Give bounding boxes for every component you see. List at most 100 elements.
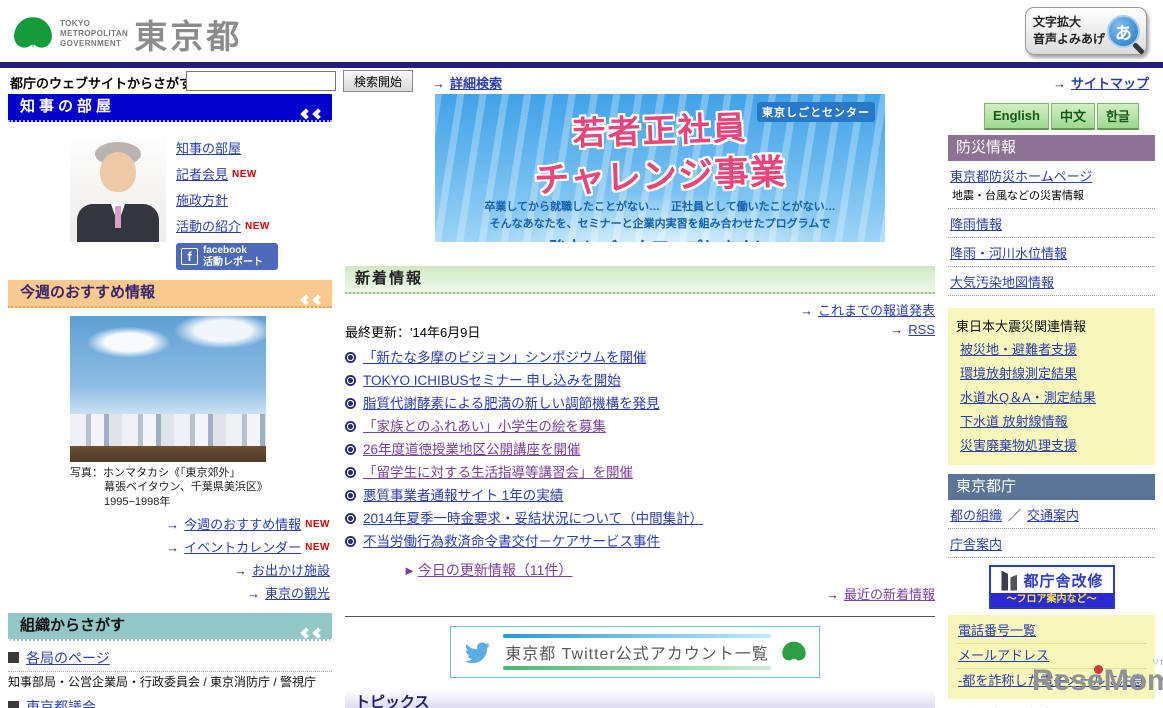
org-item: 各局のページ 知事部局・公営企業局・行政委員会 / 東京消防庁 / 警視庁 [8, 648, 332, 691]
city-hall-section-header: 東京都庁 [948, 474, 1155, 500]
twitter-accounts-banner[interactable]: 東京都 Twitter公式アカウント一覧 [450, 626, 820, 678]
governor-links: 知事の部屋 記者会見 NEW 施政方針 活動の紹介 NEW f facebook 活… [176, 136, 278, 270]
arrow-icon: → [890, 322, 904, 337]
sitemap-link[interactable]: サイトマップ [1071, 76, 1149, 91]
bureau-pages-link[interactable]: 各局のページ [26, 650, 110, 666]
activities-link[interactable]: 活動の紹介 [176, 219, 241, 234]
disaster-waste-link[interactable]: 災害廃棄物処理支援 [960, 438, 1077, 453]
facebook-badge[interactable]: f facebook 活動レポート [176, 243, 278, 270]
rss-link[interactable]: RSS [908, 322, 935, 337]
phone-list-link[interactable]: 電話番号一覧 [958, 623, 1036, 638]
city-hall-renovation-badge[interactable]: 都庁舎改修 ～フロア案内など～ [988, 565, 1115, 609]
news-link[interactable]: 「家族とのふれあい」小学生の絵を募集 [363, 419, 606, 434]
outing-facilities-link[interactable]: お出かけ施設 [252, 563, 330, 578]
recommend-link-row: → 今週のおすすめ情報 NEW [8, 513, 330, 536]
news-list-item: TOKYO ICHIBUSセミナー 申し込みを開始 [345, 369, 935, 392]
arrow-icon: → [799, 303, 813, 318]
event-calendar-link[interactable]: イベントカレンダー [184, 540, 301, 555]
bullet-icon [345, 536, 356, 547]
facebook-badge-title: facebook [203, 245, 247, 256]
mail-address-link[interactable]: メールアドレス [958, 648, 1049, 663]
assembly-link[interactable]: 東京都議会 [26, 699, 96, 708]
news-list: 「新たな多摩のビジョン」シンポジウムを開催 TOKYO ICHIBUSセミナー … [345, 346, 935, 553]
logo-subtext-line: TOKYO [60, 19, 91, 28]
resemom-watermark: ReseMom. リセマム [1032, 659, 1163, 698]
tap-water-qa-link[interactable]: 水道水Q＆A・測定結果 [960, 390, 1096, 405]
recommend-photo[interactable] [70, 316, 266, 462]
magnifier-char: あ [1115, 23, 1133, 43]
city-hall-section-title: 東京都庁 [956, 478, 1017, 495]
double-chevron-icon [298, 287, 324, 313]
accessibility-button[interactable]: 文字拡大 音声よみあげ あ [1025, 7, 1147, 55]
renovation-badge-title: 都庁舎改修 [1023, 572, 1104, 590]
advanced-search-link[interactable]: 詳細検索 [450, 76, 502, 91]
sewer-radiation-link[interactable]: 下水道 放射線情報 [960, 414, 1068, 429]
metro-organization-link[interactable]: 都の組織 [950, 508, 1002, 523]
air-pollution-link[interactable]: 大気汚染地図情報 [950, 275, 1054, 290]
rain-info-link[interactable]: 降雨情報 [950, 217, 1002, 232]
tour-row: 都庁見学・展望室 [948, 699, 1155, 708]
lang-english-button[interactable]: English [984, 103, 1049, 130]
arrow-icon: → [166, 516, 180, 532]
banner-subtext-line2: そんなあなたを、セミナーと企業内実習を組み合わせたプログラムで [489, 217, 831, 230]
river-level-link[interactable]: 降雨・河川水位情報 [950, 246, 1067, 261]
river-level-row: 降雨・河川水位情報 [948, 238, 1155, 267]
lang-chinese-button[interactable]: 中文 [1050, 103, 1095, 130]
lang-korean-button[interactable]: 한글 [1096, 103, 1139, 130]
news-link[interactable]: 2014年夏季一時金要求・妥結状況について（中間集計） [363, 511, 703, 526]
press-conference-link[interactable]: 記者会見 [176, 167, 228, 182]
tokyo-tourism-link[interactable]: 東京の観光 [265, 586, 330, 601]
recommend-link-row: → お出かけ施設 [8, 559, 330, 582]
last-updated-row: 最終更新：'14年6月9日 → RSS [345, 322, 935, 341]
campaign-banner[interactable]: 東京しごとセンター 若者正社員 チャレンジ事業 卒業してから就職したことがない…… [435, 94, 885, 242]
evacuee-support-link[interactable]: 被災地・避難者支援 [960, 342, 1077, 357]
content-divider [345, 616, 935, 617]
news-link[interactable]: 「留学生に対する生活指導等講習会」を開催 [363, 465, 633, 480]
facebook-badge-text: facebook 活動レポート [203, 245, 263, 268]
bullet-icon [345, 513, 356, 524]
earthquake-info-box: 東日本大震災関連情報 被災地・避難者支援 環境放射線測定結果 水道水Q＆A・測定… [948, 308, 1155, 465]
renovation-badge-subtitle: ～フロア案内など～ [990, 593, 1113, 607]
today-updates-link[interactable]: 今日の更新情報（11件） [418, 562, 573, 578]
caption-line: 幕張ベイタウン、千葉県美浜区》 [104, 481, 268, 494]
disaster-home-link[interactable]: 東京都防災ホームページ [950, 169, 1092, 184]
disaster-section-title: 防災情報 [956, 139, 1017, 156]
logo-subtext-line: METROPOLITAN [60, 29, 129, 38]
news-link[interactable]: 脂質代謝酵素による肥満の新しい調節機構を発見 [363, 396, 660, 411]
search-input[interactable] [186, 71, 336, 91]
org-description: 知事部局・公営企業局・行政委員会 / 東京消防庁 / 警視庁 [8, 674, 317, 689]
hall-guide-link[interactable]: 庁舎案内 [950, 537, 1002, 552]
bullet-icon [345, 421, 356, 432]
weekly-recommend-link[interactable]: 今週のおすすめ情報 [184, 517, 301, 532]
news-link[interactable]: 不当労働行為救済命令書交付－ケアサービス事件 [363, 534, 660, 549]
news-list-item: 不当労働行為救済命令書交付－ケアサービス事件 [345, 530, 935, 553]
news-link[interactable]: 26年度道徳授業地区公開講座を開催 [363, 442, 581, 457]
caption-line: 1995−1998年 [104, 495, 171, 508]
rain-info-row: 降雨情報 [948, 209, 1155, 238]
recommend-links: → 今週のおすすめ情報 NEW → イベントカレンダー NEW → お出かけ施設 → 東京の… [8, 513, 332, 605]
topics-section-title: トピックス [355, 694, 430, 708]
governor-photo[interactable] [70, 136, 166, 242]
caption-line: 写真：ホンマタカシ《「東京郊外」 [70, 467, 241, 479]
governor-room-link[interactable]: 知事の部屋 [176, 141, 241, 156]
news-list-item: 26年度道徳授業地区公開講座を開催 [345, 438, 935, 461]
site-logo[interactable]: TOKYO METROPOLITAN GOVERNMENT 東京都 [12, 10, 242, 58]
news-link[interactable]: 「新たな多摩のビジョン」シンポジウムを開催 [363, 350, 647, 365]
twitter-banner-label: 東京都 Twitter公式アカウント一覧 [505, 646, 769, 663]
radiation-results-link[interactable]: 環境放射線測定結果 [960, 366, 1077, 381]
last-updated-text: 最終更新：'14年6月9日 [345, 325, 481, 340]
arrow-icon: → [246, 585, 260, 601]
bullet-icon [345, 375, 356, 386]
news-link[interactable]: 悪質事業者通報サイト 1年の実績 [363, 488, 563, 503]
search-submit-button[interactable]: 検索開始 [343, 70, 414, 92]
press-releases-link[interactable]: これまでの報道発表 [818, 303, 935, 318]
quake-link-row: 被災地・避難者支援 [956, 338, 1147, 362]
arrow-icon: → [432, 76, 445, 91]
news-link[interactable]: TOKYO ICHIBUSセミナー 申し込みを開始 [363, 373, 621, 388]
accessibility-line: 文字拡大 [1033, 15, 1082, 30]
governor-link-row: 施政方針 [176, 188, 278, 214]
news-list-item: 脂質代謝酵素による肥満の新しい調節機構を発見 [345, 392, 935, 415]
policy-link[interactable]: 施政方針 [176, 193, 228, 208]
transport-access-link[interactable]: 交通案内 [1027, 508, 1079, 523]
recent-news-link[interactable]: 最近の新着情報 [844, 587, 935, 602]
